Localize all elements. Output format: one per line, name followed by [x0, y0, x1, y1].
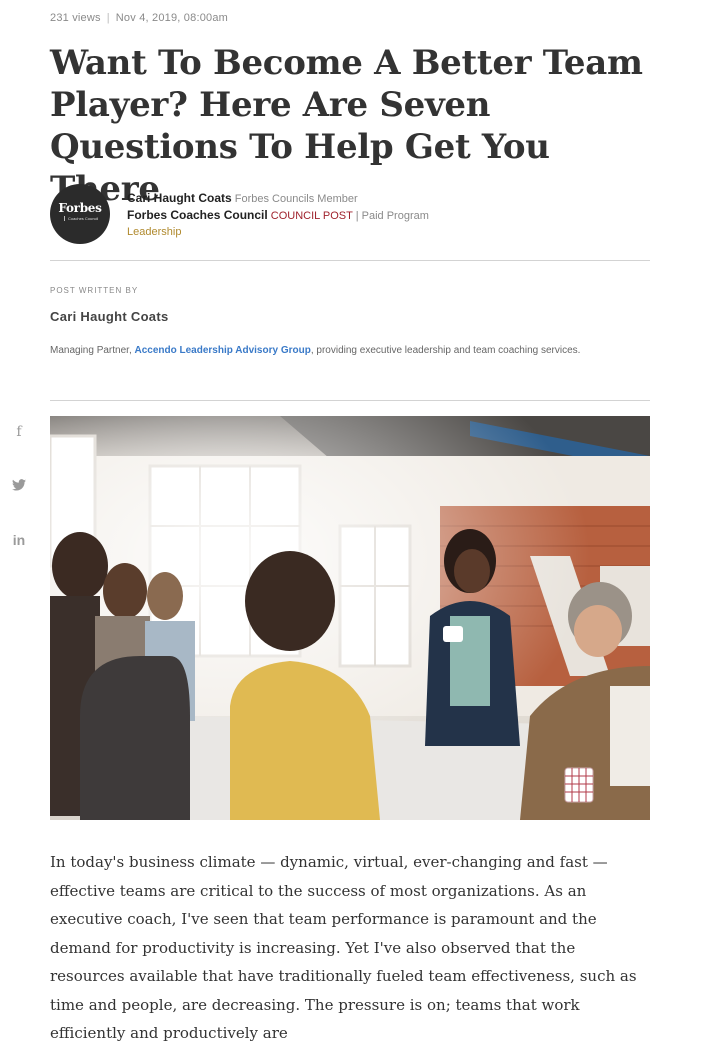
twitter-icon	[12, 479, 26, 491]
meta-separator: |	[106, 12, 110, 24]
linkedin-share-button[interactable]: in	[8, 532, 30, 548]
author-name-link[interactable]: Cari Haught Coats	[127, 191, 232, 205]
twitter-share-button[interactable]	[8, 479, 30, 491]
divider	[50, 260, 650, 261]
divider	[50, 400, 650, 401]
logo-wordmark: Forbes	[58, 201, 102, 215]
member-label: Forbes Councils Member	[234, 193, 358, 205]
publish-date: Nov 4, 2019, 08:00am	[115, 12, 229, 24]
writer-name: Cari Haught Coats	[50, 309, 169, 324]
bio-suffix: , providing executive leadership and tea…	[310, 345, 581, 356]
author-lines: Cari Haught Coats Forbes Councils Member…	[127, 190, 429, 240]
facebook-icon: f	[16, 424, 22, 440]
view-count: 231 views	[50, 12, 101, 24]
post-written-by-label: POST WRITTEN BY	[50, 286, 139, 295]
linkedin-icon: in	[12, 532, 26, 548]
bio-prefix: Managing Partner,	[50, 345, 135, 356]
logo-subtitle: Coaches Council	[64, 216, 100, 221]
company-link[interactable]: Accendo Leadership Advisory Group	[135, 345, 311, 356]
forbes-coaches-council-logo[interactable]: Forbes Coaches Council	[50, 184, 110, 244]
article-body-paragraph: In today's business climate — dynamic, v…	[50, 853, 637, 1042]
author-bio: Managing Partner, Accendo Leadership Adv…	[50, 343, 650, 358]
author-block: Forbes Coaches Council Cari Haught Coats…	[50, 184, 650, 246]
council-link[interactable]: Forbes Coaches Council	[127, 208, 268, 222]
facebook-share-button[interactable]: f	[8, 423, 30, 440]
article-meta: 231 views | Nov 4, 2019, 08:00am	[50, 12, 228, 24]
paid-program-label: | Paid Program	[355, 210, 429, 222]
council-post-badge: COUNCIL POST	[270, 210, 353, 222]
category-link[interactable]: Leadership	[127, 224, 429, 240]
photo-team-meeting	[50, 416, 650, 820]
hero-image	[50, 416, 650, 820]
